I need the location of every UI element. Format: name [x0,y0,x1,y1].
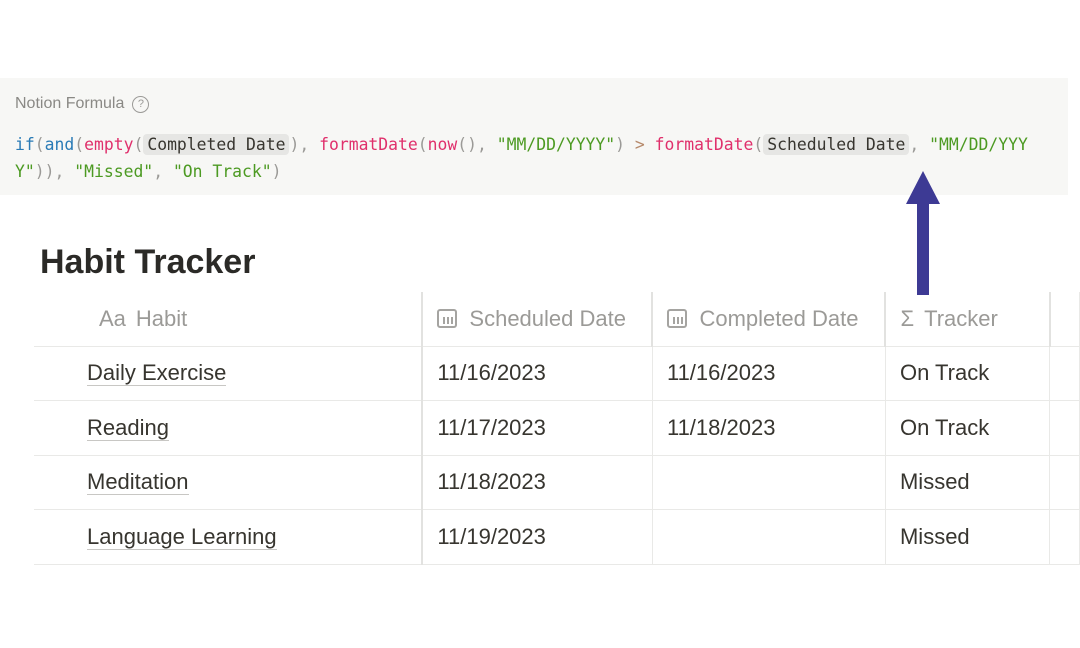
tracker-cell[interactable]: Missed [885,509,1051,565]
calendar-icon [437,308,458,328]
header-label: Habit [135,305,188,331]
arrow-up-icon [906,171,940,295]
habit-name: Daily Exercise [87,360,227,387]
formula-token: "Missed" [74,162,154,181]
cell-value: Missed [899,469,970,495]
completed-date-cell[interactable]: 11/16/2023 [652,346,886,401]
header-label: Scheduled Date [469,305,626,331]
cell-value: 11/16/2023 [437,360,546,386]
cell-value: Missed [899,523,970,549]
tracker-cell[interactable]: On Track [885,346,1051,401]
tracker-cell[interactable]: Missed [885,455,1051,510]
formula-token: )), [34,162,75,181]
column-header-tracker[interactable]: Σ Tracker [885,292,1051,347]
formula-token: if [15,135,35,154]
formula-token: , [909,135,930,154]
cell-value: 11/16/2023 [666,360,776,386]
formula-token: ( [74,135,85,154]
property-chip[interactable]: Scheduled Date [763,134,910,155]
formula-token: formatDate [654,135,754,154]
formula-token: , [153,162,173,181]
formula-token: ) [271,162,282,181]
column-header-completed-date[interactable]: Completed Date [652,292,887,347]
table-row[interactable]: Daily Exercise 11/16/2023 11/16/2023 On Tra… [34,346,1080,401]
formula-token: ), [289,135,320,154]
cell-value: On Track [899,360,990,386]
scheduled-date-cell[interactable]: 11/18/2023 [422,455,653,510]
cell-value: 11/18/2023 [437,469,546,495]
empty-cell[interactable] [1049,400,1080,456]
scheduled-date-cell[interactable]: 11/19/2023 [422,509,653,565]
formula-token: > [634,135,645,154]
formula-token: ) [615,135,635,154]
cell-value: 11/18/2023 [666,414,776,440]
formula-token: now [427,135,458,154]
habit-cell[interactable]: Daily Exercise [34,346,424,401]
sigma-icon: Σ [900,305,915,331]
habit-name: Language Learning [87,523,277,550]
empty-cell[interactable] [1049,346,1080,401]
formula-token: ( [133,135,144,154]
tracker-cell[interactable]: On Track [885,400,1051,456]
column-header-habit[interactable]: Aa Habit [34,292,424,347]
formula-token: (), [457,135,497,154]
formula-label-row: Notion Formula ? [15,95,150,113]
header-label: Completed Date [699,305,859,331]
calendar-icon [667,308,688,328]
table-row[interactable]: Meditation 11/18/2023 Missed [34,455,1080,510]
completed-date-cell[interactable] [652,509,886,565]
completed-date-cell[interactable] [652,455,886,510]
table-row[interactable]: Reading 11/17/2023 11/18/2023 On Track [34,400,1080,456]
formula-token [645,135,655,154]
habit-name: Reading [87,414,169,441]
formula-token: formatDate [319,135,418,154]
formula-token: empty [84,135,134,154]
formula-token: ( [34,135,45,154]
habit-cell[interactable]: Meditation [34,455,424,510]
header-label: Tracker [924,305,998,331]
question-circle-icon[interactable]: ? [132,95,150,113]
habit-name: Meditation [87,469,189,496]
column-header-scheduled-date[interactable]: Scheduled Date [422,292,654,347]
empty-cell[interactable] [1049,509,1080,565]
text-icon: Aa [99,305,126,331]
scheduled-date-cell[interactable]: 11/17/2023 [422,400,653,456]
cell-value: 11/19/2023 [437,523,546,549]
formula-token: and [44,135,75,154]
formula-token: "MM/DD/YYYY" [496,135,616,154]
column-header-extra[interactable] [1049,292,1080,347]
habit-table: Aa Habit Scheduled Date Completed Date ΣT… [34,292,1080,565]
formula-token: "On Track" [172,162,272,181]
table-row[interactable]: Language Learning 11/19/2023 Missed [34,509,1080,565]
empty-cell[interactable] [1049,455,1080,510]
cell-value: 11/17/2023 [437,414,546,440]
completed-date-cell[interactable]: 11/18/2023 [652,400,886,456]
habit-cell[interactable]: Language Learning [34,509,424,565]
scheduled-date-cell[interactable]: 11/16/2023 [422,346,653,401]
cell-value: On Track [899,414,990,440]
habit-cell[interactable]: Reading [34,400,424,456]
formula-label: Notion Formula [15,95,125,112]
page-title: Habit Tracker [40,243,256,281]
property-chip[interactable]: Completed Date [143,134,290,155]
formula-token: ( [753,135,764,154]
formula-token: ( [417,135,428,154]
